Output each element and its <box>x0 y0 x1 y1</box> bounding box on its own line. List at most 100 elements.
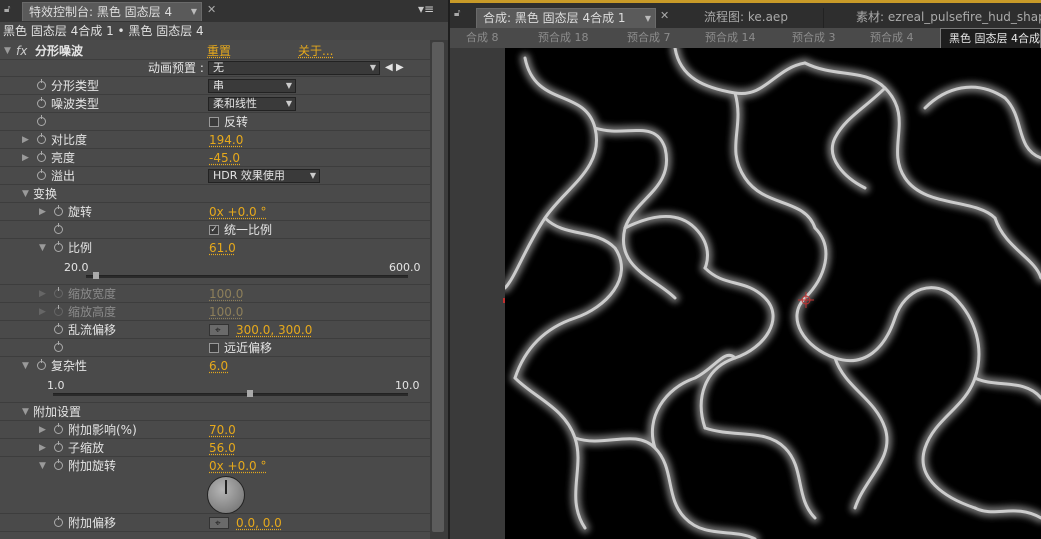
complexity-slider-track[interactable] <box>53 393 408 396</box>
scale-value[interactable]: 61.0 <box>209 239 236 257</box>
about-link[interactable]: 关于... <box>298 42 333 60</box>
chevron-down-icon: ▼ <box>369 63 376 72</box>
expand-triangle-icon[interactable]: ▶ <box>22 149 29 167</box>
uniform-scale-checkbox[interactable]: ✓ <box>209 225 219 235</box>
stopwatch-icon[interactable] <box>37 79 46 90</box>
complexity-slider-handle[interactable] <box>247 390 253 397</box>
tab-flowchart-label: 流程图: ke.aep <box>704 10 788 24</box>
lock-icon[interactable]: 🔓︎ <box>4 4 10 15</box>
sub-rotation-row: ▼ 附加旋转 0x +0.0 ° <box>0 457 430 514</box>
sub-rotation-value[interactable]: 0x +0.0 ° <box>209 457 267 475</box>
expand-triangle-icon[interactable]: ▶ <box>22 131 29 149</box>
expand-triangle-icon[interactable]: ▶ <box>39 203 46 221</box>
collapse-triangle-icon[interactable]: ▼ <box>22 403 29 421</box>
rotation-value[interactable]: 0x +0.0 ° <box>209 203 267 221</box>
stopwatch-icon[interactable] <box>37 359 46 370</box>
chevron-down-icon[interactable]: ▼ <box>191 3 197 21</box>
stopwatch-icon[interactable] <box>37 169 46 180</box>
viewer-pasteboard <box>450 48 508 539</box>
sub-influence-value[interactable]: 70.0 <box>209 421 236 439</box>
comp-tab[interactable]: 预合成 14 <box>705 28 756 48</box>
sub-scale-row: ▶ 子缩放 56.0 <box>0 439 430 457</box>
sub-offset-row: 附加偏移 ⌖ 0.0, 0.0 <box>0 514 430 532</box>
noise-type-dropdown[interactable]: 柔和线性 ▼ <box>208 97 296 111</box>
comp-tab[interactable]: 预合成 18 <box>538 28 589 48</box>
scale-width-value: 100.0 <box>209 287 244 301</box>
viewer-tabbar: 🔓︎ 合成: 黑色 固态层 4合成 1 ▼ ✕ 流程图: ke.aep 素材: … <box>450 0 1041 28</box>
overflow-dropdown[interactable]: HDR 效果使用 ▼ <box>208 169 320 183</box>
crosshair-icon[interactable]: ⌖ <box>209 517 229 529</box>
offset-value[interactable]: 300.0, 300.0 <box>236 321 312 339</box>
collapse-triangle-icon[interactable]: ▼ <box>39 457 46 475</box>
sub-scale-label: 子缩放 <box>68 441 105 455</box>
stopwatch-icon[interactable] <box>54 241 63 252</box>
contrast-value[interactable]: 194.0 <box>209 131 243 149</box>
stopwatch-icon[interactable] <box>37 151 46 162</box>
composition-viewer[interactable] <box>505 48 1041 539</box>
close-icon[interactable]: ✕ <box>660 9 669 22</box>
preset-label: 动画预置 : <box>148 61 204 75</box>
comp-tab[interactable]: 合成 8 <box>466 28 499 48</box>
expand-triangle-icon[interactable]: ▶ <box>39 421 46 439</box>
reset-link[interactable]: 重置 <box>207 42 231 60</box>
scale-row: ▼ 比例 61.0 20.0 600.0 <box>0 239 430 285</box>
sub-offset-value[interactable]: 0.0, 0.0 <box>236 514 282 532</box>
complexity-value[interactable]: 6.0 <box>209 357 228 375</box>
sub-settings-row: ▼ 附加设置 <box>0 403 430 421</box>
scale-slider-handle[interactable] <box>93 272 99 279</box>
collapse-triangle-icon[interactable]: ▼ <box>39 239 46 257</box>
tab-flowchart[interactable]: 流程图: ke.aep <box>676 8 824 28</box>
stopwatch-icon[interactable] <box>54 516 63 527</box>
prev-preset-icon[interactable]: ◀ <box>385 59 393 77</box>
chevron-down-icon[interactable]: ▼ <box>645 9 651 28</box>
stopwatch-icon[interactable] <box>54 223 63 234</box>
perspective-row: 远近偏移 <box>0 339 430 357</box>
fx-icon[interactable]: fx <box>16 42 27 60</box>
stopwatch-icon[interactable] <box>37 115 46 126</box>
transform-label: 变换 <box>33 187 58 201</box>
stopwatch-icon[interactable] <box>37 97 46 108</box>
panel-menu-icon[interactable]: ▾≡ <box>418 2 434 16</box>
crosshair-icon[interactable]: ⌖ <box>209 324 229 336</box>
sub-scale-value[interactable]: 56.0 <box>209 439 236 457</box>
collapse-triangle-icon[interactable]: ▼ <box>4 42 11 60</box>
scale-width-row: ▶ 缩放宽度 100.0 <box>0 285 430 303</box>
comp-tab[interactable]: 预合成 4 <box>870 28 914 48</box>
stopwatch-icon[interactable] <box>54 459 63 470</box>
collapse-triangle-icon[interactable]: ▼ <box>22 357 29 375</box>
uniform-scale-row: ✓ 统一比例 <box>0 221 430 239</box>
brightness-value[interactable]: -45.0 <box>209 149 240 167</box>
stopwatch-icon[interactable] <box>54 205 63 216</box>
next-preset-icon[interactable]: ▶ <box>396 59 404 77</box>
close-icon[interactable]: ✕ <box>207 3 216 16</box>
invert-checkbox[interactable] <box>209 117 219 127</box>
effect-controls-tab[interactable]: 特效控制台: 黑色 固态层 4 ▼ <box>22 2 202 21</box>
perspective-checkbox[interactable] <box>209 343 219 353</box>
stopwatch-icon[interactable] <box>54 423 63 434</box>
scrollbar-thumb[interactable] <box>432 42 444 532</box>
comp-tab[interactable]: 预合成 3 <box>792 28 836 48</box>
noise-type-row: 噪波类型 柔和线性 ▼ <box>0 95 430 113</box>
effect-name: 分形噪波 <box>35 44 84 58</box>
tab-footage[interactable]: 素材: ezreal_pulsefire_hud_shapes <box>826 8 1041 28</box>
lock-icon[interactable]: 🔓︎ <box>454 8 460 19</box>
preset-dropdown[interactable]: 无 ▼ <box>208 61 380 75</box>
fractal-type-dropdown[interactable]: 串 ▼ <box>208 79 296 93</box>
offset-label: 乱流偏移 <box>68 323 117 337</box>
collapse-triangle-icon[interactable]: ▼ <box>22 185 29 203</box>
stopwatch-icon[interactable] <box>54 341 63 352</box>
effect-properties: ▼ fx 分形噪波 重置 关于... 动画预置 : 无 ▼ ◀ ▶ 分形类型 串… <box>0 40 430 539</box>
rotation-dial[interactable] <box>207 476 245 514</box>
sub-influence-row: ▶ 附加影响(%) 70.0 <box>0 421 430 439</box>
comp-tab-active[interactable]: 黑色 固态层 4合成 <box>940 28 1041 48</box>
comp-tab[interactable]: 预合成 7 <box>627 28 671 48</box>
sub-rotation-label: 附加旋转 <box>68 459 117 473</box>
sub-offset-label: 附加偏移 <box>68 516 117 530</box>
stopwatch-icon[interactable] <box>54 441 63 452</box>
expand-triangle-icon[interactable]: ▶ <box>39 439 46 457</box>
stopwatch-icon[interactable] <box>54 323 63 334</box>
tab-composition[interactable]: 合成: 黑色 固态层 4合成 1 ▼ <box>476 8 656 28</box>
stopwatch-icon[interactable] <box>37 133 46 144</box>
scale-slider-track[interactable] <box>86 275 408 278</box>
effect-controls-tabbar: 🔓︎ 特效控制台: 黑色 固态层 4 ▼ ✕ ▾≡ <box>0 0 448 23</box>
